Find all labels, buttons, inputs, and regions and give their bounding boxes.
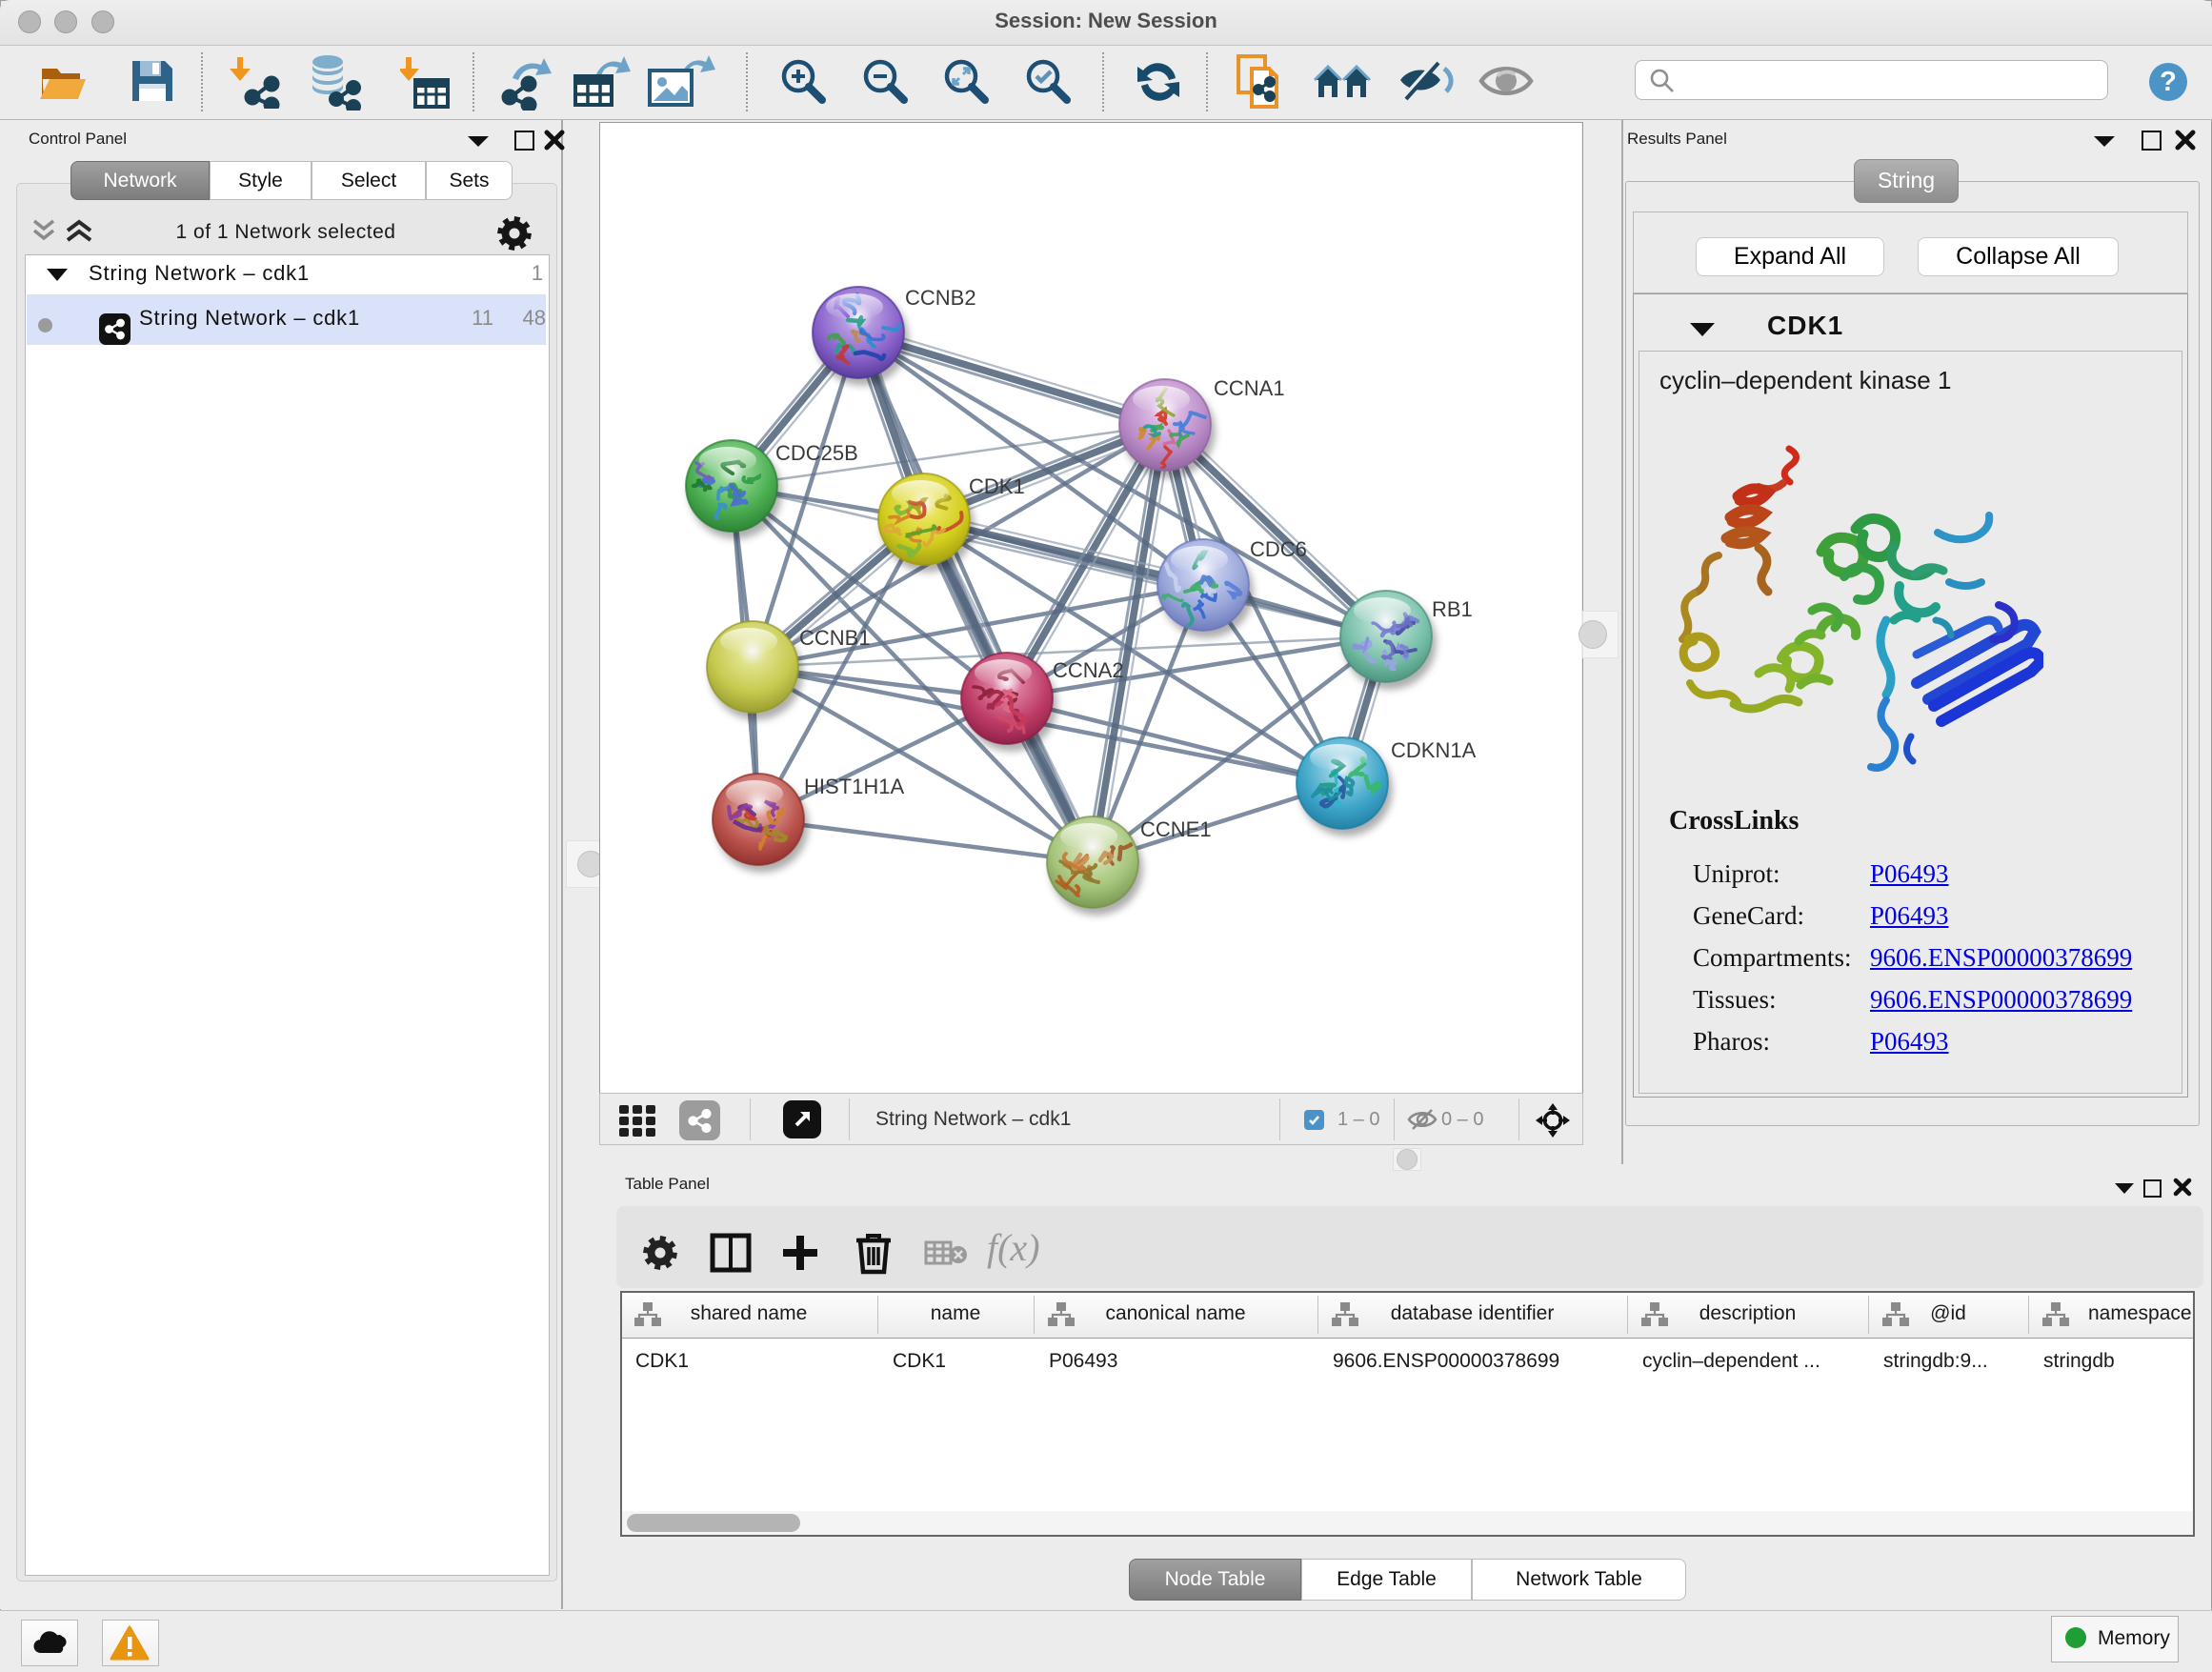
svg-text:CCNA1: CCNA1 [1214,376,1285,400]
svg-text:CDK1: CDK1 [969,474,1025,498]
svg-text:CDC6: CDC6 [1250,537,1307,561]
svg-text:CCNE1: CCNE1 [1140,817,1212,841]
svg-text:CCNA2: CCNA2 [1053,658,1124,682]
svg-text:HIST1H1A: HIST1H1A [804,775,904,798]
svg-text:CDKN1A: CDKN1A [1391,738,1477,762]
svg-text:CDC25B: CDC25B [775,441,858,465]
svg-text:RB1: RB1 [1432,597,1473,621]
svg-text:CCNB2: CCNB2 [905,286,976,310]
svg-text:CCNB1: CCNB1 [799,626,871,650]
